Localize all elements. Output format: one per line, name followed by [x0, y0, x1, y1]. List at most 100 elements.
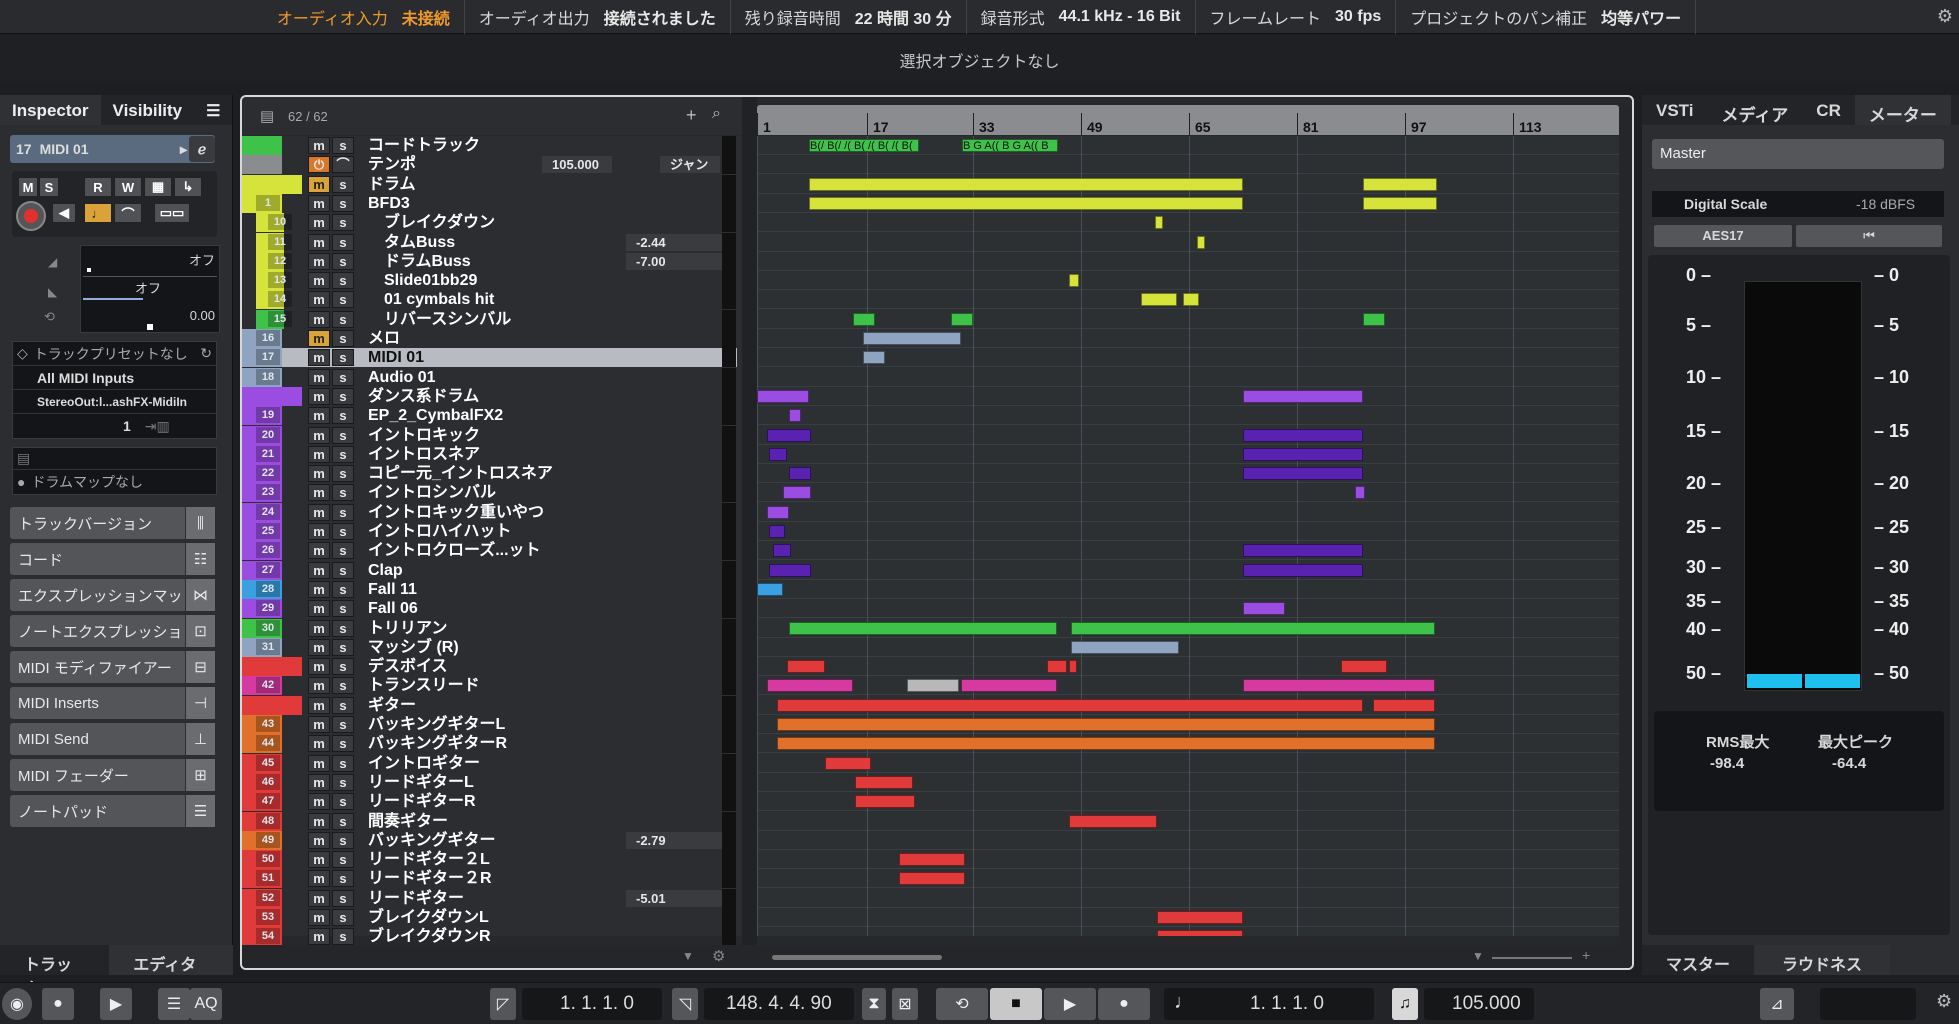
- status-rec-time[interactable]: 残り録音時間 22 時間 30 分: [731, 0, 967, 34]
- event[interactable]: [853, 313, 875, 326]
- track-row[interactable]: 10 m s ブレイクダウン: [242, 213, 737, 232]
- write-automation-button[interactable]: W: [114, 177, 142, 197]
- solo-button[interactable]: s: [332, 813, 354, 830]
- solo-button[interactable]: s: [332, 851, 354, 868]
- mute-button[interactable]: m: [308, 330, 330, 347]
- solo-button[interactable]: s: [332, 755, 354, 772]
- solo-button[interactable]: s: [332, 562, 354, 579]
- event[interactable]: [769, 448, 787, 461]
- solo-button[interactable]: s: [332, 330, 354, 347]
- event[interactable]: [907, 679, 959, 692]
- track-row[interactable]: 18 m s Audio 01: [242, 368, 737, 387]
- track-row[interactable]: 28 m s Fall 11: [242, 580, 737, 599]
- mute-button[interactable]: ⏻: [308, 156, 330, 173]
- event[interactable]: [1183, 293, 1199, 306]
- event[interactable]: [789, 467, 811, 480]
- mute-button[interactable]: m: [308, 484, 330, 501]
- lanes-icon[interactable]: ▭▭: [154, 203, 190, 223]
- event[interactable]: [809, 178, 1243, 191]
- track-row[interactable]: m s ドラム: [242, 175, 737, 194]
- aes17-button[interactable]: AES17: [1654, 225, 1792, 247]
- tempo-mode[interactable]: ジャン: [660, 156, 720, 173]
- solo-button[interactable]: s: [332, 253, 354, 270]
- mute-button[interactable]: m: [308, 176, 330, 193]
- mute-button[interactable]: m: [308, 214, 330, 231]
- fader-display[interactable]: オフ オフ 0.00: [80, 245, 220, 333]
- mute-button[interactable]: m: [308, 446, 330, 463]
- status-rec-format[interactable]: 録音形式 44.1 kHz - 16 Bit: [967, 0, 1196, 34]
- solo-button[interactable]: s: [332, 909, 354, 926]
- solo-button[interactable]: s: [332, 581, 354, 598]
- routing-icon[interactable]: ↳: [174, 177, 202, 197]
- tab-loudness[interactable]: ラウドネス: [1754, 945, 1891, 975]
- right-locator-icon[interactable]: ◹: [672, 988, 698, 1020]
- event[interactable]: [1243, 429, 1363, 442]
- mute-button[interactable]: m: [308, 253, 330, 270]
- solo-button[interactable]: s: [332, 349, 354, 366]
- mute-button[interactable]: m: [308, 523, 330, 540]
- track-row[interactable]: m s ギター: [242, 696, 737, 715]
- track-row[interactable]: 26 m s イントロクローズ...ット: [242, 541, 737, 560]
- inspector-section-6[interactable]: MIDI Inserts ⊣: [10, 687, 215, 719]
- tempo-field[interactable]: 105.000: [1424, 988, 1534, 1020]
- mute-button[interactable]: m: [308, 677, 330, 694]
- solo-button[interactable]: s: [332, 407, 354, 424]
- event[interactable]: [773, 544, 791, 557]
- track-row[interactable]: 24 m s イントロキック重いやつ: [242, 503, 737, 522]
- record-icon[interactable]: ●: [1098, 988, 1150, 1020]
- solo-button[interactable]: s: [332, 774, 354, 791]
- edit-instrument-icon[interactable]: ℯ: [189, 136, 215, 162]
- event[interactable]: [1197, 236, 1205, 249]
- event[interactable]: [1069, 274, 1079, 287]
- right-tab-2[interactable]: メディア: [1707, 95, 1802, 125]
- track-row[interactable]: 11 m s タムBuss -2.44: [242, 233, 737, 252]
- tempo-track-icon[interactable]: ♫: [1392, 988, 1418, 1020]
- activate-project-icon[interactable]: ◉: [2, 988, 32, 1020]
- track-row[interactable]: 25 m s イントロハイハット: [242, 522, 737, 541]
- settings-icon[interactable]: ⚙: [712, 947, 725, 965]
- cycle-icon[interactable]: ⟲: [936, 988, 988, 1020]
- event[interactable]: [1071, 622, 1435, 635]
- tempo-value[interactable]: 105.000: [542, 156, 612, 173]
- metronome-icon[interactable]: ⊿: [1760, 988, 1794, 1020]
- event[interactable]: [1047, 660, 1067, 673]
- track-row[interactable]: 27 m s Clap: [242, 561, 737, 580]
- track-row[interactable]: m s ダンス系ドラム: [242, 387, 737, 406]
- event[interactable]: [899, 872, 965, 885]
- solo-button[interactable]: s: [332, 388, 354, 405]
- event[interactable]: [855, 795, 915, 808]
- mute-button[interactable]: m: [308, 774, 330, 791]
- mute-button[interactable]: m: [308, 504, 330, 521]
- right-tab-4[interactable]: メーター: [1854, 95, 1951, 125]
- record-mode-icon[interactable]: ●: [42, 988, 74, 1020]
- mute-button[interactable]: m: [308, 272, 330, 289]
- mute-button[interactable]: m: [308, 793, 330, 810]
- tab-inspector[interactable]: Inspector: [0, 95, 101, 125]
- punch-out-icon[interactable]: ⊠: [892, 988, 918, 1020]
- track-row[interactable]: ⏻ ⌒ テンポ 105.000 ジャン: [242, 155, 737, 174]
- track-row[interactable]: 29 m s Fall 06: [242, 599, 737, 618]
- solo-button[interactable]: s: [332, 870, 354, 887]
- event[interactable]: [1243, 390, 1363, 403]
- mute-button[interactable]: m: [308, 349, 330, 366]
- mute-button[interactable]: m: [308, 716, 330, 733]
- track-row[interactable]: 44 m s バッキングギターR: [242, 734, 737, 753]
- tab-track[interactable]: トラック: [0, 945, 110, 998]
- event[interactable]: [855, 776, 913, 789]
- zoom-out-icon[interactable]: ▼: [1472, 949, 1484, 963]
- chord-event[interactable]: B(/ B(/ /( B( /( B( /( B(: [809, 139, 919, 152]
- event[interactable]: [1157, 911, 1243, 924]
- event[interactable]: [767, 506, 789, 519]
- mute-button[interactable]: m: [308, 427, 330, 444]
- inspector-section-4[interactable]: ノートエクスプレッショ ⊡: [10, 615, 215, 647]
- event-display[interactable]: B(/ B(/ /( B( /( B( /( B(B G A(( B G A((…: [757, 136, 1619, 936]
- track-row[interactable]: m s デスボイス: [242, 657, 737, 676]
- right-tab-1[interactable]: VSTi: [1642, 95, 1707, 125]
- zoom-in-icon[interactable]: +: [1582, 947, 1590, 963]
- ruler[interactable]: 1 17 33 49 65 81 97 113: [757, 105, 1619, 135]
- menu-icon[interactable]: ☰: [194, 95, 232, 125]
- status-audio-in[interactable]: オーディオ入力 未接続: [263, 0, 465, 34]
- horizontal-scrollbar[interactable]: [772, 955, 942, 960]
- solo-button[interactable]: s: [332, 832, 354, 849]
- drum-map-select[interactable]: ● ドラムマップなし: [13, 470, 216, 494]
